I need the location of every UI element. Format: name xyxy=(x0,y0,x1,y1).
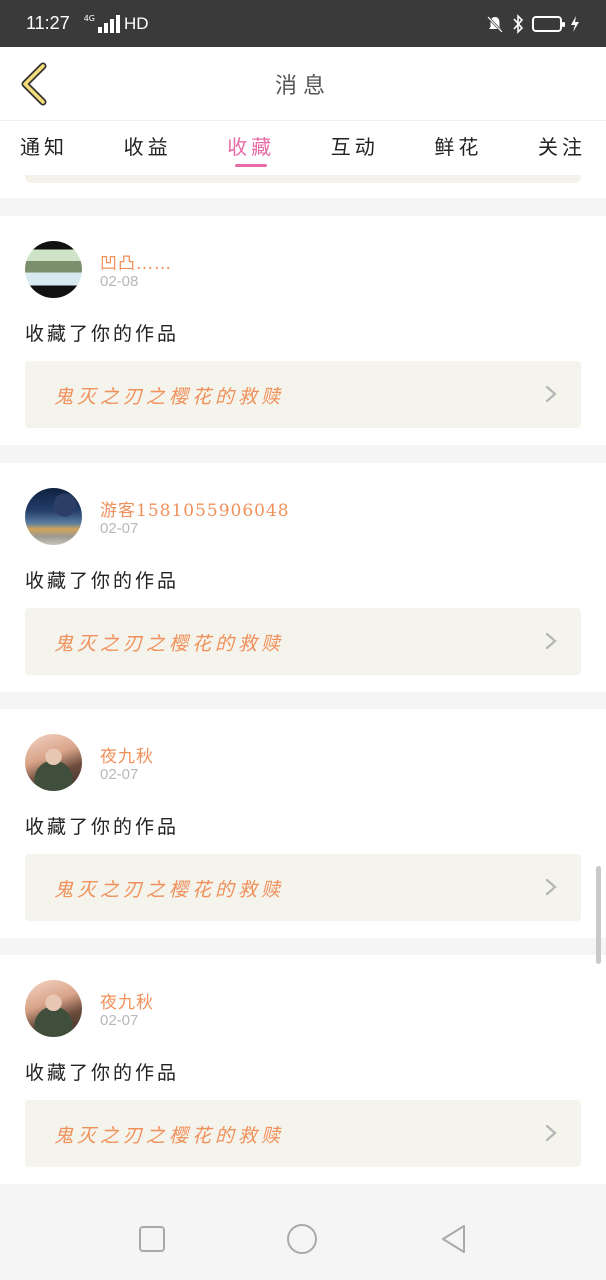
tab-follows[interactable]: 关注 xyxy=(538,121,586,179)
status-icons xyxy=(486,13,580,34)
work-title: 鬼灭之刃之樱花的救赎 xyxy=(54,1125,285,1147)
avatar[interactable] xyxy=(25,980,82,1037)
status-bar: 11:27 4G HD xyxy=(0,0,606,47)
tab-earnings[interactable]: 收益 xyxy=(124,121,172,179)
action-text: 收藏了你的作品 xyxy=(25,816,180,838)
work-title: 鬼灭之刃之樱花的救赎 xyxy=(54,386,285,408)
signal-icon: 4G xyxy=(83,13,121,33)
charging-icon xyxy=(571,15,579,32)
system-nav-bar xyxy=(0,1196,606,1280)
header: 消息 xyxy=(0,47,606,121)
work-link[interactable]: 鬼灭之刃之樱花的救赎 xyxy=(25,608,581,675)
message-time: 02-07 xyxy=(100,766,139,783)
previous-work-link-edge xyxy=(25,175,581,183)
back-button[interactable] xyxy=(12,59,56,109)
tab-interactions[interactable]: 互动 xyxy=(331,121,379,179)
tab-notifications[interactable]: 通知 xyxy=(20,121,68,179)
tab-flowers[interactable]: 鲜花 xyxy=(434,121,482,179)
avatar[interactable] xyxy=(25,241,82,298)
square-icon[interactable] xyxy=(135,1222,169,1256)
tab-bar: 通知 收益 收藏 互动 鲜花 关注 xyxy=(0,121,606,179)
message-time: 02-07 xyxy=(100,520,139,537)
message-card: 夜九秋 02-07 收藏了你的作品 鬼灭之刃之樱花的救赎 xyxy=(0,709,606,938)
back-arrow-icon xyxy=(21,62,47,106)
circle-icon[interactable] xyxy=(285,1222,319,1256)
network-tag: 4G xyxy=(83,13,96,23)
user-name[interactable]: 夜九秋 xyxy=(100,742,154,767)
work-title: 鬼灭之刃之樱花的救赎 xyxy=(54,879,285,901)
action-text: 收藏了你的作品 xyxy=(25,570,180,592)
tab-favorites[interactable]: 收藏 xyxy=(227,121,275,179)
message-card: 游客1581055906048 02-07 收藏了你的作品 鬼灭之刃之樱花的救赎 xyxy=(0,463,606,692)
action-text: 收藏了你的作品 xyxy=(25,323,180,345)
user-name[interactable]: 游客1581055906048 xyxy=(100,496,290,521)
chevron-right-icon xyxy=(545,1124,557,1142)
battery-icon xyxy=(532,15,565,32)
scrollbar[interactable] xyxy=(596,866,601,964)
message-time: 02-08 xyxy=(100,273,139,290)
message-time: 02-07 xyxy=(100,1012,139,1029)
work-title: 鬼灭之刃之樱花的救赎 xyxy=(54,633,285,655)
network-type: HD xyxy=(124,13,149,33)
chevron-right-icon xyxy=(545,632,557,650)
user-name[interactable]: 夜九秋 xyxy=(100,988,154,1013)
chevron-right-icon xyxy=(545,385,557,403)
message-card: 凹凸…… 02-08 收藏了你的作品 鬼灭之刃之樱花的救赎 xyxy=(0,216,606,445)
avatar[interactable] xyxy=(25,488,82,545)
avatar[interactable] xyxy=(25,734,82,791)
work-link[interactable]: 鬼灭之刃之樱花的救赎 xyxy=(25,361,581,428)
chevron-right-icon xyxy=(545,878,557,896)
bluetooth-icon xyxy=(513,13,524,34)
work-link[interactable]: 鬼灭之刃之樱花的救赎 xyxy=(25,854,581,921)
action-text: 收藏了你的作品 xyxy=(25,1062,180,1084)
status-time: 11:27 xyxy=(26,13,70,33)
mute-bell-icon xyxy=(487,15,503,33)
page-title: 消息 xyxy=(274,73,331,99)
work-link[interactable]: 鬼灭之刃之樱花的救赎 xyxy=(25,1100,581,1167)
user-name[interactable]: 凹凸…… xyxy=(100,249,172,274)
triangle-back-icon[interactable] xyxy=(437,1222,471,1256)
message-card: 夜九秋 02-07 收藏了你的作品 鬼灭之刃之樱花的救赎 xyxy=(0,955,606,1184)
